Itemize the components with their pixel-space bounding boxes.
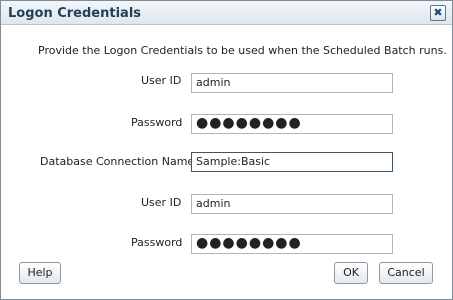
user-id-field-1[interactable]: admin [191, 73, 393, 93]
help-button[interactable]: Help [19, 262, 61, 284]
ok-button[interactable]: OK [334, 262, 368, 284]
password-field-2[interactable]: ●●●●●●●● [191, 234, 393, 254]
db-connection-label: Database Connection Name: [40, 155, 198, 168]
password-label-1: Password [131, 116, 183, 129]
user-id-label-1: User ID [141, 74, 182, 87]
db-connection-field[interactable]: Sample:Basic [191, 152, 393, 172]
dialog-title: Logon Credentials [8, 6, 142, 21]
cancel-button[interactable]: Cancel [379, 262, 433, 284]
dialog-titlebar: Logon Credentials ✖ [1, 1, 452, 25]
logon-credentials-dialog: Logon Credentials ✖ Provide the Logon Cr… [0, 0, 453, 300]
user-id-field-2[interactable]: admin [191, 194, 393, 214]
user-id-label-2: User ID [141, 196, 182, 209]
intro-text: Provide the Logon Credentials to be used… [38, 44, 447, 57]
password-field-1[interactable]: ●●●●●●●● [191, 114, 393, 134]
close-icon[interactable]: ✖ [430, 5, 446, 21]
password-label-2: Password [131, 236, 183, 249]
